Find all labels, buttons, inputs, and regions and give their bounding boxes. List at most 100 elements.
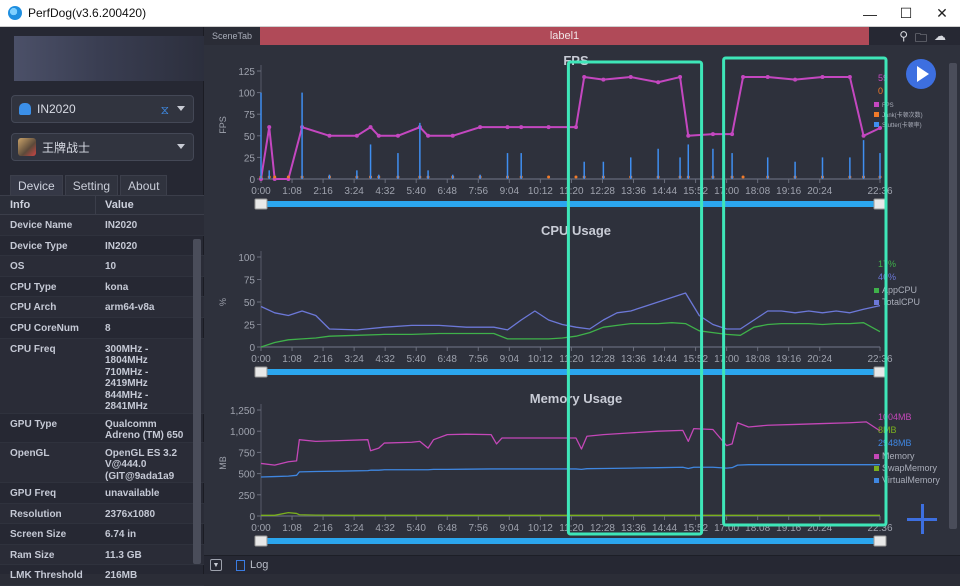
x-tick-label: 15:52	[683, 523, 708, 534]
info-value: Qualcomm Adreno (TM) 650	[105, 418, 184, 442]
scene-tab-button[interactable]: SceneTab	[204, 27, 260, 45]
jank-point	[574, 175, 578, 179]
x-tick-label: 6:48	[438, 354, 458, 365]
fps-point	[327, 133, 332, 138]
table-row: CPU Arch arm64-v8a	[0, 297, 204, 318]
scene-label-bar[interactable]: label1	[260, 27, 869, 45]
x-tick-label: 14:44	[652, 354, 677, 365]
y-tick-label: 500	[238, 470, 255, 481]
table-row: OS 10	[0, 256, 204, 277]
y-tick-label: 50	[244, 132, 256, 143]
collapse-toggle-button[interactable]: ▼	[210, 559, 222, 571]
window-title: PerfDog(v3.6.200420)	[28, 6, 147, 20]
fps-point	[601, 77, 606, 82]
y-tick-label: 0	[249, 175, 255, 186]
legend-swatch	[874, 454, 879, 459]
table-row: LMK Threshold 216MB	[0, 565, 204, 586]
info-key: Ram Size	[10, 549, 55, 561]
range-slider-handle-left[interactable]	[254, 535, 268, 547]
x-tick-label: 11:20	[559, 186, 584, 197]
x-tick-label: 1:08	[282, 354, 302, 365]
x-tick-label: 5:40	[406, 523, 426, 534]
y-tick-label: 25	[244, 153, 256, 164]
x-tick-label: 3:24	[344, 186, 364, 197]
x-tick-label: 12:28	[590, 186, 615, 197]
info-key: CPU Freq	[10, 343, 56, 355]
y-tick-label: 75	[244, 276, 256, 287]
y-tick-label: 75	[244, 110, 256, 121]
link-icon[interactable]: ⧖	[161, 103, 169, 118]
info-key: GPU Freq	[10, 488, 57, 500]
x-tick-label: 11:20	[559, 523, 584, 534]
fps-point	[505, 125, 510, 130]
info-key: OS	[10, 261, 25, 273]
info-key: CPU Type	[10, 281, 57, 293]
fps-point	[741, 75, 746, 80]
y-tick-label: 50	[244, 298, 256, 309]
chevron-down-icon	[177, 106, 185, 111]
jank-point	[273, 175, 277, 179]
jank-point	[547, 175, 551, 179]
range-slider-handle-left[interactable]	[254, 366, 268, 378]
app-select[interactable]: 王牌战士	[11, 133, 194, 161]
add-chart-button[interactable]	[907, 504, 937, 534]
range-slider-handle-right[interactable]	[873, 366, 887, 378]
table-row: GPU Freq unavailable	[0, 483, 204, 504]
log-checkbox[interactable]	[236, 559, 245, 571]
legend-entry: SwapMemory	[882, 463, 938, 473]
legend-entry: Jank(卡顿次数)	[882, 111, 923, 119]
play-icon	[916, 66, 929, 82]
fps-point	[450, 133, 455, 138]
info-key: CPU CoreNum	[10, 322, 79, 334]
fps-point	[478, 125, 483, 130]
fps-point	[267, 125, 272, 130]
legend-entry: TotalCPU	[882, 297, 920, 307]
jank-point	[286, 175, 290, 179]
range-slider-handle-right[interactable]	[873, 535, 887, 547]
info-value: arm64-v8a	[105, 302, 155, 314]
range-slider-handle-right[interactable]	[873, 198, 887, 210]
close-button[interactable]: ✕	[924, 0, 960, 27]
sidebar-scrollbar[interactable]	[193, 229, 201, 569]
range-slider-track[interactable]	[261, 538, 880, 544]
device-select[interactable]: IN2020 ⧖	[11, 95, 194, 123]
x-tick-label: 10:12	[528, 186, 553, 197]
info-key: Screen Size	[10, 529, 67, 541]
range-slider-handle-left[interactable]	[254, 198, 268, 210]
scene-bar: SceneTab label1 ⚲ 🗀 ☁	[204, 27, 960, 45]
main-scrollbar[interactable]	[948, 49, 958, 549]
x-tick-label: 0:00	[251, 523, 271, 534]
fps-point	[730, 132, 735, 137]
range-slider-track[interactable]	[261, 369, 880, 375]
x-tick-label: 18:08	[745, 186, 770, 197]
y-tick-label: 125	[238, 67, 255, 78]
scrollbar-thumb[interactable]	[193, 239, 201, 564]
fps-point	[426, 133, 431, 138]
info-value: 10	[105, 261, 117, 273]
table-row: OpenGL OpenGL ES 3.2 V@444.0 (GIT@9ada1a9	[0, 442, 204, 484]
tab-device[interactable]: Device	[10, 175, 63, 195]
fps-point	[573, 125, 578, 130]
x-tick-label: 0:00	[251, 354, 271, 365]
perfdog-logo-icon	[8, 6, 22, 20]
info-value: unavailable	[105, 488, 160, 500]
info-value: 8	[105, 322, 111, 334]
range-slider-track[interactable]	[261, 201, 880, 207]
minimize-button[interactable]: —	[852, 0, 888, 27]
y-tick-label: 250	[238, 491, 255, 502]
tab-about[interactable]: About	[120, 175, 168, 195]
fps-point	[686, 133, 691, 138]
main-panel: SceneTab label1 ⚲ 🗀 ☁ FPS FPS 0 25 50 75 100 12…	[204, 27, 960, 574]
play-button[interactable]	[906, 59, 936, 89]
legend-swatch	[874, 288, 879, 293]
info-key: Device Type	[10, 240, 68, 252]
fps-point	[847, 75, 852, 80]
scrollbar-thumb[interactable]	[949, 63, 957, 529]
tab-setting[interactable]: Setting	[64, 175, 119, 195]
x-tick-label: 12:28	[590, 523, 615, 534]
maximize-button[interactable]: ☐	[888, 0, 924, 27]
x-tick-label: 1:08	[282, 186, 302, 197]
current-value: 2948MB	[878, 438, 912, 448]
x-tick-label: 2:16	[313, 186, 333, 197]
series-line-fps	[260, 76, 881, 180]
